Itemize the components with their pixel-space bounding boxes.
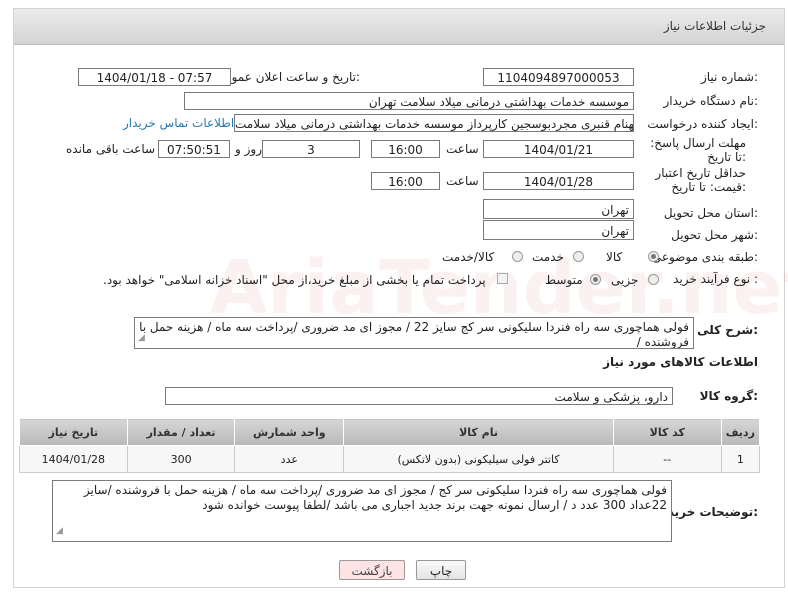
category-option-goods-service: کالا/خدمت	[442, 250, 495, 264]
col-qty: تعداد / مقدار	[126, 418, 236, 446]
cell-unit: عدد	[234, 445, 345, 473]
process-option-medium: متوسط	[545, 273, 583, 287]
goods-group-field: دارو، پزشکی و سلامت	[165, 387, 673, 405]
process-option-minor: جزیی	[611, 273, 639, 287]
category-label: طبقه بندی موضوعی:	[651, 250, 758, 264]
resize-handle-icon[interactable]: ◢	[56, 524, 63, 539]
col-name: نام کالا	[343, 418, 614, 446]
panel-header: جزئیات اطلاعات نیاز	[14, 9, 784, 45]
city-field: تهران	[483, 220, 634, 240]
category-option-goods: کالا	[606, 250, 623, 264]
category-option-service: خدمت	[532, 250, 564, 264]
buyer-org-field: موسسه خدمات بهداشتی درمانی میلاد سلامت ت…	[184, 92, 634, 110]
days-label: روز و	[235, 142, 262, 156]
category-radio-goods[interactable]	[648, 251, 659, 262]
cell-name: کاتتر فولی سیلیکونی (بدون لاتکس)	[343, 445, 614, 473]
cell-date: 1404/01/28	[19, 445, 128, 473]
price-validity-time-label: ساعت	[446, 174, 479, 188]
process-label: نوع فرآیند خرید :	[673, 272, 758, 286]
process-radio-medium[interactable]	[590, 274, 601, 285]
category-radio-goods-service[interactable]	[512, 251, 523, 262]
announce-field: 1404/01/18 - 07:57	[78, 68, 231, 86]
announce-label: تاریخ و ساعت اعلان عمومی:	[215, 70, 360, 84]
deadline-time-field: 16:00	[371, 140, 440, 158]
deadline-time-label: ساعت	[446, 142, 479, 156]
cell-code: --	[612, 445, 722, 473]
print-button[interactable]: چاپ	[416, 560, 466, 580]
col-date: تاریخ نیاز	[19, 418, 128, 446]
treasury-payment-note: پرداخت تمام یا بخشی از مبلغ خرید،از محل …	[103, 273, 486, 287]
cell-row: 1	[720, 445, 761, 473]
province-label: استان محل تحویل:	[663, 206, 758, 220]
need-number-label: شماره نیاز:	[700, 70, 758, 84]
back-button[interactable]: بازگشت	[339, 560, 405, 580]
col-code: کد کالا	[612, 418, 722, 446]
deadline-date-field: 1404/01/21	[483, 140, 634, 158]
deadline-label: مهلت ارسال پاسخ: تا تاریخ:	[650, 136, 746, 164]
col-unit: واحد شمارش	[234, 418, 345, 446]
goods-info-title: اطلاعات کالاهای مورد نیاز	[603, 355, 758, 369]
price-validity-label: حداقل تاریخ اعتبار قیمت: تا تاریخ:	[655, 166, 746, 194]
province-field: تهران	[483, 199, 634, 219]
price-validity-time-field: 16:00	[371, 172, 440, 190]
description-text: فولی هماچوری سه راه فنردا سلیکونی سر کج …	[139, 320, 689, 349]
goods-table: ردیف کد کالا نام کالا واحد شمارش تعداد /…	[19, 418, 761, 473]
goods-group-label: گروه کالا:	[699, 389, 758, 403]
page-title: جزئیات اطلاعات نیاز	[663, 19, 766, 33]
city-label: شهر محل تحویل:	[671, 228, 758, 242]
creator-field: بهنام قنبری مجردبوسجین کارپرداز موسسه خد…	[234, 114, 634, 132]
buyer-org-label: نام دستگاه خریدار:	[663, 94, 759, 108]
buyer-contact-link[interactable]: اطلاعات تماس خریدار	[123, 116, 234, 130]
remaining-time-label: ساعت باقی مانده	[66, 142, 156, 156]
buyer-notes-textarea[interactable]: فولی هماچوری سه راه فنردا سلیکونی سر کج …	[52, 480, 672, 542]
col-row: ردیف	[720, 418, 761, 446]
need-number-field: 1104094897000053	[483, 68, 634, 86]
remaining-time-field: 07:50:51	[158, 140, 230, 158]
process-radio-minor[interactable]	[648, 274, 659, 285]
table-row: 1 -- کاتتر فولی سیلیکونی (بدون لاتکس) عد…	[19, 445, 761, 473]
price-validity-date-field: 1404/01/28	[483, 172, 634, 190]
category-radio-service[interactable]	[573, 251, 584, 262]
days-field: 3	[262, 140, 360, 158]
buyer-notes-text: فولی هماچوری سه راه فنردا سلیکونی سر کج …	[83, 483, 667, 512]
creator-label: ایجاد کننده درخواست:	[647, 117, 758, 131]
description-textarea[interactable]: فولی هماچوری سه راه فنردا سلیکونی سر کج …	[134, 317, 694, 349]
treasury-payment-checkbox[interactable]	[497, 273, 508, 284]
resize-handle-icon[interactable]: ◢	[138, 331, 145, 346]
cell-qty: 300	[126, 445, 236, 473]
table-header-row: ردیف کد کالا نام کالا واحد شمارش تعداد /…	[19, 418, 761, 446]
